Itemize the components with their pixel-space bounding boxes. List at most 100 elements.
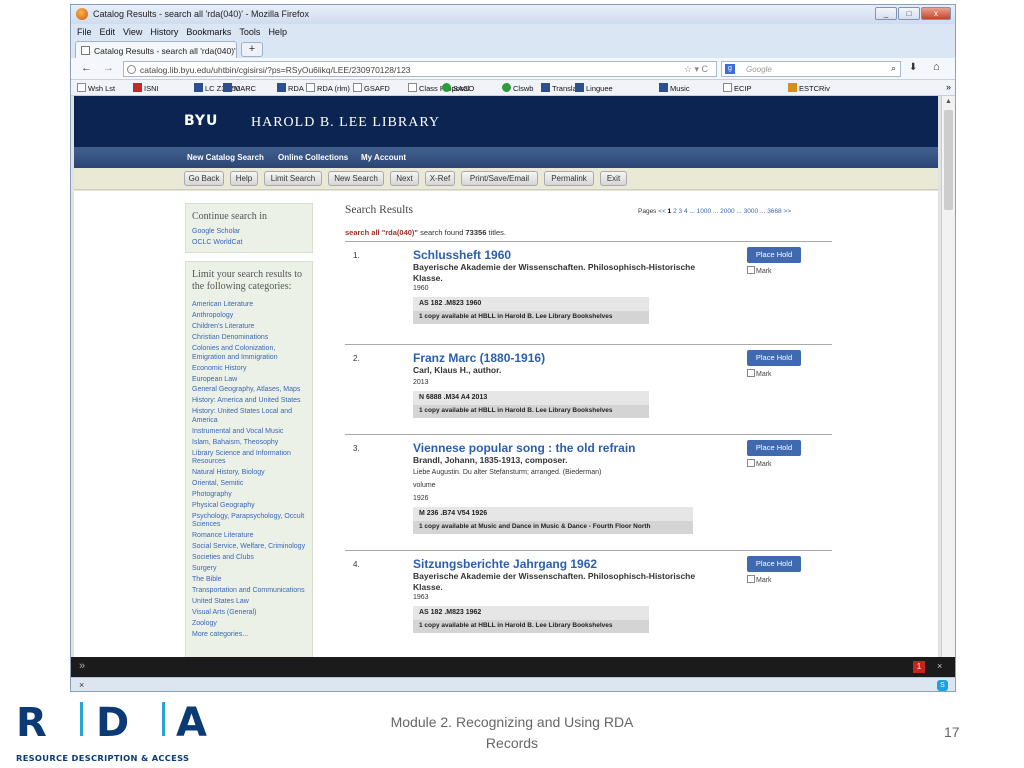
category-link[interactable]: History: America and United States <box>186 396 312 407</box>
bookmark-14[interactable]: ESTCRiv <box>788 83 830 93</box>
menu-item-view[interactable]: View <box>123 27 142 37</box>
category-link[interactable]: The Bible <box>186 574 312 585</box>
page-link[interactable]: 2000 <box>720 208 734 215</box>
category-link[interactable]: Natural History, Biology <box>186 467 312 478</box>
result-title[interactable]: Franz Marc (1880-1916) <box>413 351 545 365</box>
page-link[interactable]: 2 <box>673 208 677 215</box>
addon-close-icon[interactable]: × <box>937 661 942 671</box>
bookmark-3[interactable]: MARC <box>223 83 256 93</box>
category-link[interactable]: Instrumental and Vocal Music <box>186 426 312 437</box>
limit-search-button[interactable]: Limit Search <box>264 171 322 186</box>
nav-online-collections[interactable]: Online Collections <box>278 153 348 162</box>
search-input[interactable]: g Google ⌕ <box>721 61 901 77</box>
download-icon[interactable]: ⬇ <box>909 62 917 73</box>
result-title[interactable]: Viennese popular song : the old refrain <box>413 441 635 455</box>
checkbox-icon[interactable] <box>747 459 755 467</box>
checkbox-icon[interactable] <box>747 266 755 274</box>
menu-item-history[interactable]: History <box>150 27 178 37</box>
mark-checkbox[interactable]: Mark <box>747 575 772 584</box>
google-icon[interactable]: g <box>725 64 735 74</box>
google-scholar-link[interactable]: Google Scholar <box>186 227 312 238</box>
category-link[interactable]: History: United States Local and America <box>186 407 312 426</box>
close-window-button[interactable]: x <box>921 7 951 20</box>
bookmark-9[interactable]: Clswb <box>502 83 533 93</box>
menu-item-help[interactable]: Help <box>268 27 287 37</box>
bookmark-0[interactable]: Wsh Lst <box>77 83 115 93</box>
place-hold-button[interactable]: Place Hold <box>747 247 801 263</box>
category-link[interactable]: Anthropology <box>186 311 312 322</box>
bookmark-13[interactable]: ECIP <box>723 83 752 93</box>
menu-item-file[interactable]: File <box>77 27 92 37</box>
page-link[interactable]: << <box>658 208 666 215</box>
category-link[interactable]: Physical Geography <box>186 500 312 511</box>
category-link[interactable]: Surgery <box>186 563 312 574</box>
category-link[interactable]: Visual Arts (General) <box>186 607 312 618</box>
oclc-worldcat-link[interactable]: OCLC WorldCat <box>186 238 312 249</box>
minimize-button[interactable]: _ <box>875 7 897 20</box>
new-search-button[interactable]: New Search <box>328 171 384 186</box>
notification-badge[interactable]: 1 <box>913 661 925 673</box>
bookmark-star-icon[interactable]: ☆ ▾ C <box>684 64 708 75</box>
search-icon[interactable]: ⌕ <box>891 63 896 74</box>
nav-new-catalog-search[interactable]: New Catalog Search <box>187 153 264 162</box>
byu-logo[interactable]: BYU <box>184 113 218 129</box>
bookmark-11[interactable]: Linguee <box>575 83 613 93</box>
back-button[interactable]: ← <box>81 62 92 74</box>
bookmark-5[interactable]: RDA (rlm) <box>306 83 350 93</box>
url-bar[interactable]: catalog.lib.byu.edu/uhtbin/cgisirsi/?ps=… <box>123 61 717 77</box>
category-link[interactable]: Transportation and Communications <box>186 585 312 596</box>
mark-checkbox[interactable]: Mark <box>747 459 772 468</box>
library-name[interactable]: HAROLD B. LEE LIBRARY <box>251 115 440 131</box>
skype-icon[interactable]: S <box>937 680 948 691</box>
bookmarks-more-button[interactable]: » <box>946 82 951 92</box>
category-link[interactable]: Oriental, Semitic <box>186 478 312 489</box>
x-ref-button[interactable]: X-Ref <box>425 171 455 186</box>
category-link[interactable]: Zoology <box>186 618 312 629</box>
checkbox-icon[interactable] <box>747 575 755 583</box>
bookmark-8[interactable]: SACO <box>442 83 474 93</box>
addon-expand-icon[interactable]: » <box>79 660 85 672</box>
menu-item-edit[interactable]: Edit <box>100 27 116 37</box>
page-link[interactable]: >> <box>783 208 791 215</box>
category-link[interactable]: Social Service, Welfare, Criminology <box>186 542 312 553</box>
place-hold-button[interactable]: Place Hold <box>747 556 801 572</box>
maximize-button[interactable]: □ <box>898 7 920 20</box>
page-link[interactable]: 1000 <box>697 208 711 215</box>
scrollbar-thumb[interactable] <box>944 110 953 210</box>
next-button[interactable]: Next <box>390 171 419 186</box>
category-link[interactable]: Societies and Clubs <box>186 553 312 564</box>
forward-button[interactable]: → <box>103 62 114 74</box>
print-save-email-button[interactable]: Print/Save/Email <box>461 171 538 186</box>
nav-my-account[interactable]: My Account <box>361 153 406 162</box>
page-link[interactable]: 4 <box>684 208 688 215</box>
page-link[interactable]: 1 <box>668 208 672 215</box>
permalink-button[interactable]: Permalink <box>544 171 594 186</box>
checkbox-icon[interactable] <box>747 369 755 377</box>
page-link[interactable]: 3668 <box>767 208 781 215</box>
status-close-icon[interactable]: × <box>79 680 84 690</box>
bookmark-6[interactable]: GSAFD <box>353 83 390 93</box>
bookmark-1[interactable]: ISNI <box>133 83 159 93</box>
new-tab-button[interactable]: + <box>241 42 263 57</box>
category-link[interactable]: European Law <box>186 374 312 385</box>
category-link[interactable]: Christian Denominations <box>186 333 312 344</box>
category-link[interactable]: American Literature <box>186 300 312 311</box>
category-link[interactable]: Economic History <box>186 363 312 374</box>
mark-checkbox[interactable]: Mark <box>747 369 772 378</box>
category-link[interactable]: Romance Literature <box>186 531 312 542</box>
category-link[interactable]: General Geography, Atlases, Maps <box>186 385 312 396</box>
bookmark-4[interactable]: RDA <box>277 83 304 93</box>
category-link[interactable]: Islam, Bahaism, Theosophy <box>186 437 312 448</box>
menu-item-tools[interactable]: Tools <box>239 27 260 37</box>
page-link[interactable]: 3 <box>679 208 683 215</box>
go-back-button[interactable]: Go Back <box>184 171 224 186</box>
category-link[interactable]: More categories... <box>186 629 312 640</box>
category-link[interactable]: United States Law <box>186 596 312 607</box>
place-hold-button[interactable]: Place Hold <box>747 440 801 456</box>
mark-checkbox[interactable]: Mark <box>747 266 772 275</box>
tab-catalog-results[interactable]: Catalog Results - search all 'rda(040)' <box>75 41 237 58</box>
help-button[interactable]: Help <box>230 171 258 186</box>
vertical-scrollbar[interactable]: ▲ <box>941 96 955 657</box>
bookmark-12[interactable]: Music <box>659 83 690 93</box>
home-icon[interactable]: ⌂ <box>933 61 940 73</box>
